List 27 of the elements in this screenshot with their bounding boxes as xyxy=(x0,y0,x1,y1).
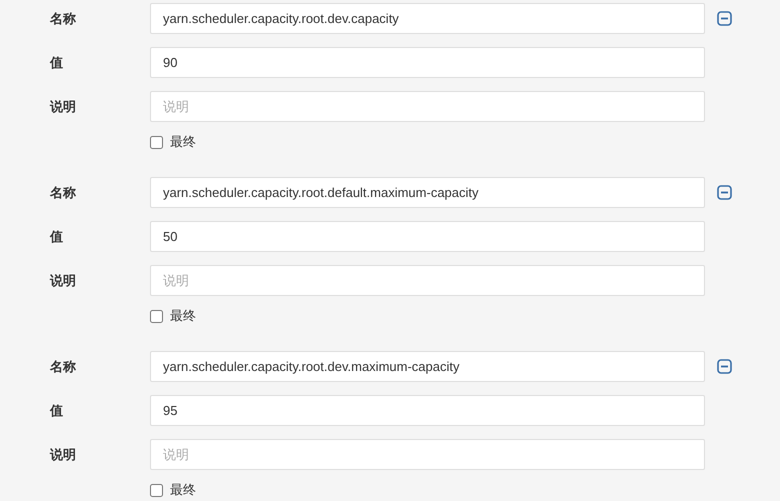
input-field[interactable]: yarn.scheduler.capacity.root.default.maximum-capacity xyxy=(150,177,705,208)
checkbox-label: 最终 xyxy=(170,133,196,152)
field-label: 值 xyxy=(50,402,64,420)
final-checkbox[interactable] xyxy=(150,484,163,496)
field-label: 说明 xyxy=(50,98,77,116)
remove-icon[interactable] xyxy=(717,185,732,200)
field-label: 名称 xyxy=(50,10,77,28)
final-checkbox[interactable] xyxy=(150,136,163,148)
input-field[interactable]: 说明 xyxy=(150,265,705,296)
input-field[interactable]: 90 xyxy=(150,47,705,78)
field-label: 值 xyxy=(50,228,64,246)
input-field[interactable]: 说明 xyxy=(150,91,705,122)
input-field[interactable]: 95 xyxy=(150,395,705,426)
input-field[interactable]: 说明 xyxy=(150,439,705,470)
field-label: 说明 xyxy=(50,272,77,290)
checkbox-label: 最终 xyxy=(170,481,196,500)
field-label: 名称 xyxy=(50,358,77,376)
remove-icon[interactable] xyxy=(717,359,732,374)
input-field[interactable]: yarn.scheduler.capacity.root.dev.maximum-capacity xyxy=(150,351,705,382)
final-checkbox[interactable] xyxy=(150,310,163,322)
field-label: 名称 xyxy=(50,184,77,202)
input-field[interactable]: yarn.scheduler.capacity.root.dev.capacity xyxy=(150,3,705,34)
remove-icon[interactable] xyxy=(717,11,732,26)
field-label: 说明 xyxy=(50,446,77,464)
field-label: 值 xyxy=(50,54,64,72)
input-field[interactable]: 50 xyxy=(150,221,705,252)
checkbox-label: 最终 xyxy=(170,307,196,326)
